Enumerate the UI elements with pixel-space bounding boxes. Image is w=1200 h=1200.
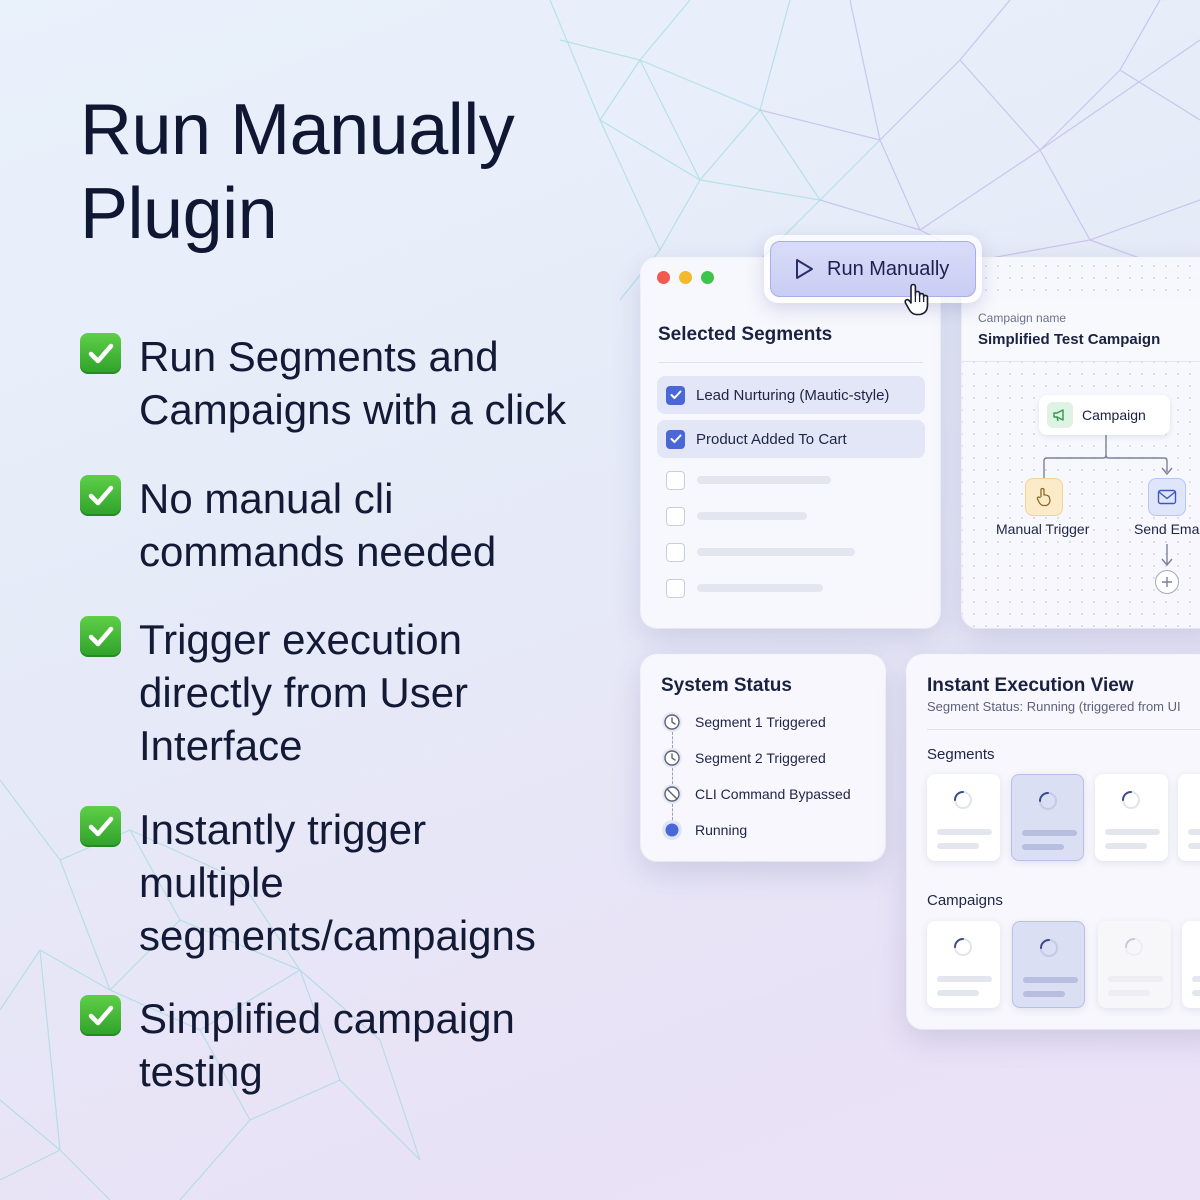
check-mark-icon bbox=[80, 475, 121, 516]
envelope-icon bbox=[1157, 489, 1177, 505]
divider bbox=[658, 362, 923, 363]
campaign-root-node[interactable]: Campaign bbox=[1039, 395, 1170, 435]
check-mark-icon bbox=[80, 616, 121, 657]
timeline-connector bbox=[672, 732, 673, 748]
segment-tile-active[interactable] bbox=[1011, 774, 1084, 861]
hand-cursor-icon bbox=[904, 283, 929, 316]
clock-icon bbox=[662, 712, 682, 732]
status-label: Running bbox=[695, 822, 748, 838]
feature-item: Run Segments and Campaigns with a click bbox=[80, 330, 579, 436]
minimize-window-button[interactable] bbox=[679, 271, 692, 284]
status-item-running: Running bbox=[661, 819, 747, 841]
status-item-segment-1: Segment 1 Triggered bbox=[661, 711, 826, 733]
plus-icon bbox=[1162, 577, 1172, 587]
segment-item-lead-nurturing[interactable]: Lead Nurturing (Mautic-style) bbox=[657, 376, 925, 414]
segment-checkbox[interactable] bbox=[666, 429, 685, 449]
feature-item: Simplified campaign testing bbox=[80, 992, 579, 1098]
page-title: Run Manually Plugin bbox=[80, 88, 600, 256]
add-step-button[interactable] bbox=[1155, 570, 1179, 594]
execution-view-title: Instant Execution View bbox=[927, 675, 1134, 696]
segment-item-placeholder[interactable] bbox=[657, 569, 925, 607]
segment-checkbox[interactable] bbox=[666, 506, 685, 526]
feature-item: Instantly trigger multiple segments/camp… bbox=[80, 803, 579, 962]
loading-spinner-icon bbox=[954, 938, 972, 956]
loading-spinner-icon bbox=[1039, 792, 1057, 810]
maximize-window-button[interactable] bbox=[701, 271, 714, 284]
segment-checkbox[interactable] bbox=[666, 470, 685, 490]
timeline-connector bbox=[672, 768, 673, 784]
segment-label: Lead Nurturing (Mautic-style) bbox=[696, 386, 890, 404]
send-email-node[interactable] bbox=[1148, 478, 1186, 516]
loading-spinner-icon bbox=[1122, 791, 1140, 809]
segment-item-placeholder[interactable] bbox=[657, 461, 925, 499]
status-label: CLI Command Bypassed bbox=[695, 786, 851, 802]
check-mark-icon bbox=[80, 333, 121, 374]
timeline-connector bbox=[672, 804, 673, 820]
segment-checkbox[interactable] bbox=[666, 385, 685, 405]
feature-text: Instantly trigger multiple segments/camp… bbox=[139, 806, 536, 959]
status-label: Segment 2 Triggered bbox=[695, 750, 826, 766]
campaign-builder-panel: Campaign name Simplified Test Campaign C… bbox=[962, 258, 1200, 628]
segments-section-label: Segments bbox=[927, 746, 995, 763]
segment-tile[interactable] bbox=[1178, 774, 1200, 861]
placeholder-bar bbox=[697, 476, 831, 484]
system-status-title: System Status bbox=[661, 675, 792, 696]
segment-item-placeholder[interactable] bbox=[657, 497, 925, 535]
feature-text: Simplified campaign testing bbox=[139, 995, 515, 1095]
loading-spinner-icon bbox=[1040, 939, 1058, 957]
feature-item: No manual cli commands needed bbox=[80, 472, 579, 578]
segment-label: Product Added To Cart bbox=[696, 430, 847, 448]
status-item-cli-bypassed: CLI Command Bypassed bbox=[661, 783, 851, 805]
megaphone-icon bbox=[1047, 402, 1073, 428]
run-manually-button[interactable]: Run Manually bbox=[764, 235, 982, 303]
execution-view-panel: Instant Execution View Segment Status: R… bbox=[907, 655, 1200, 1029]
campaign-tile[interactable] bbox=[927, 921, 1000, 1008]
play-icon bbox=[796, 259, 813, 279]
send-email-label: Send Email bbox=[1134, 521, 1200, 537]
check-mark-icon bbox=[80, 806, 121, 847]
system-status-panel: System Status Segment 1 Triggered Segmen… bbox=[641, 655, 885, 861]
segment-checkbox[interactable] bbox=[666, 578, 685, 598]
manual-trigger-label: Manual Trigger bbox=[996, 521, 1090, 537]
running-dot-icon bbox=[662, 820, 682, 840]
run-manually-label: Run Manually bbox=[827, 257, 950, 280]
placeholder-bar bbox=[697, 548, 855, 556]
title-line-2: Plugin bbox=[80, 174, 278, 254]
feature-text: No manual cli commands needed bbox=[139, 475, 497, 575]
campaign-tile-pending[interactable] bbox=[1098, 921, 1171, 1008]
segment-item-placeholder[interactable] bbox=[657, 533, 925, 571]
feature-item: Trigger execution directly from User Int… bbox=[80, 613, 579, 772]
feature-text: Trigger execution directly from User Int… bbox=[139, 616, 469, 769]
feature-text: Run Segments and Campaigns with a click bbox=[139, 333, 567, 433]
close-window-button[interactable] bbox=[657, 271, 670, 284]
status-label: Segment 1 Triggered bbox=[695, 714, 826, 730]
campaign-node-label: Campaign bbox=[1082, 407, 1146, 423]
segment-tile[interactable] bbox=[1095, 774, 1168, 861]
placeholder-bar bbox=[697, 584, 823, 592]
hand-pointer-icon bbox=[1036, 487, 1051, 507]
window-controls bbox=[657, 271, 714, 284]
execution-view-subtitle: Segment Status: Running (triggered from … bbox=[927, 699, 1181, 714]
loading-spinner-icon bbox=[954, 791, 972, 809]
segments-window: Selected Segments Lead Nurturing (Mautic… bbox=[641, 258, 940, 628]
run-manually-button-face[interactable]: Run Manually bbox=[770, 241, 976, 297]
clock-icon bbox=[662, 748, 682, 768]
segment-checkbox[interactable] bbox=[666, 542, 685, 562]
status-item-segment-2: Segment 2 Triggered bbox=[661, 747, 826, 769]
campaigns-section-label: Campaigns bbox=[927, 892, 1003, 909]
campaign-tile-active[interactable] bbox=[1012, 921, 1085, 1008]
manual-trigger-node[interactable] bbox=[1025, 478, 1063, 516]
segment-item-product-added[interactable]: Product Added To Cart bbox=[657, 420, 925, 458]
title-line-1: Run Manually bbox=[80, 90, 515, 170]
campaign-tile[interactable] bbox=[1182, 921, 1200, 1008]
placeholder-bar bbox=[697, 512, 807, 520]
segment-tile[interactable] bbox=[927, 774, 1000, 861]
divider bbox=[927, 729, 1200, 730]
segments-title: Selected Segments bbox=[658, 324, 833, 345]
check-mark-icon bbox=[80, 995, 121, 1036]
loading-spinner-icon bbox=[1125, 938, 1143, 956]
blocked-icon bbox=[662, 784, 682, 804]
